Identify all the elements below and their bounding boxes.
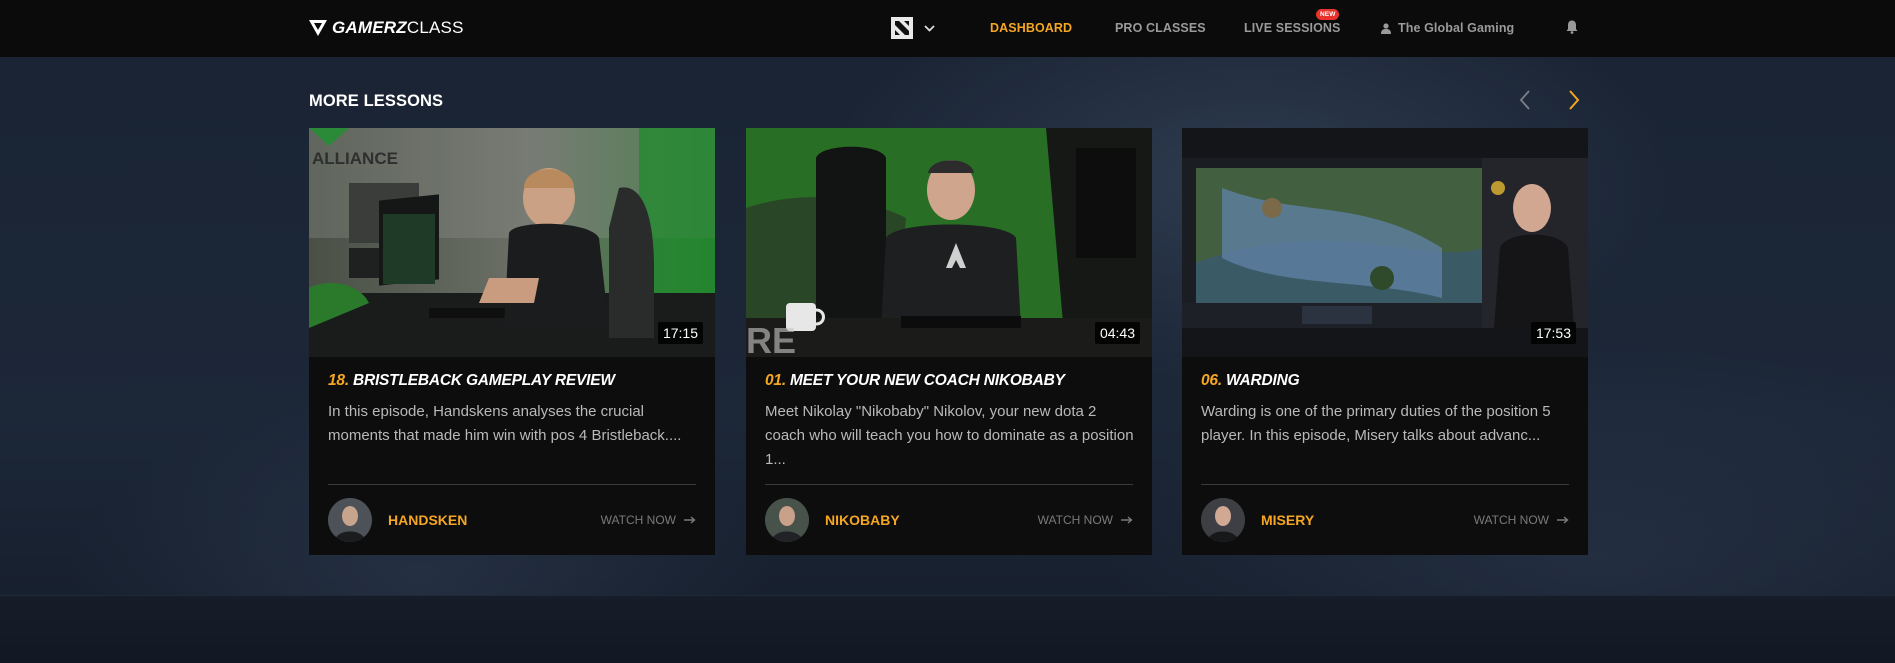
chevron-left-icon — [1519, 90, 1530, 110]
bell-icon[interactable] — [1566, 20, 1578, 34]
top-navbar: GAMERZCLASS DASHBOARD PRO CLASSES LIVE S… — [0, 0, 1895, 57]
lesson-card[interactable]: 17:53 06. WARDING Warding is one of the p… — [1182, 128, 1588, 555]
lesson-title[interactable]: 06. WARDING — [1201, 372, 1571, 390]
lesson-card[interactable]: RE 04:43 01. MEET YOUR NEW COACH NIKOBABY… — [746, 128, 1152, 555]
svg-text:RE: RE — [746, 320, 796, 357]
lesson-title-text: BRISTLEBACK GAMEPLAY REVIEW — [352, 372, 615, 389]
section-title: MORE LESSONS — [309, 92, 444, 110]
chevron-right-icon — [1569, 90, 1580, 110]
brand-logo[interactable]: GAMERZCLASS — [309, 17, 464, 39]
lesson-number: 18. — [328, 372, 349, 389]
watch-now-link[interactable]: WATCH NOW — [1474, 513, 1569, 527]
lesson-number: 01. — [765, 372, 786, 389]
carousel-prev-button[interactable] — [1514, 88, 1536, 112]
gamerzclass-logo-icon — [309, 20, 327, 36]
lesson-title[interactable]: 18. BRISTLEBACK GAMEPLAY REVIEW — [328, 372, 698, 390]
game-selector[interactable] — [891, 17, 935, 39]
arrow-right-icon — [1121, 516, 1133, 524]
lesson-thumbnail[interactable]: ALLIANCE 17:15 — [309, 128, 715, 357]
nav-pro-classes[interactable]: PRO CLASSES — [1115, 21, 1206, 35]
nav-live-sessions[interactable]: LIVE SESSIONS — [1244, 21, 1340, 35]
coach-avatar[interactable] — [1201, 498, 1245, 542]
arrow-right-icon — [684, 516, 696, 524]
wall-text: ALLIANCE — [312, 149, 398, 168]
lesson-card[interactable]: ALLIANCE 17:15 18. BRISTLEBACK GAMEPLAY R… — [309, 128, 715, 555]
arrow-right-icon — [1557, 516, 1569, 524]
lesson-thumbnail[interactable]: 17:53 — [1182, 128, 1588, 357]
coach-name[interactable]: NIKOBABY — [825, 512, 900, 528]
brand-name: GAMERZCLASS — [332, 18, 464, 37]
user-icon — [1381, 22, 1391, 34]
dota2-icon — [891, 17, 913, 39]
chevron-down-icon — [924, 24, 935, 32]
lesson-duration: 17:53 — [1530, 322, 1576, 344]
lesson-title-text: WARDING — [1225, 372, 1300, 389]
user-menu[interactable]: The Global Gaming — [1381, 21, 1514, 35]
coach-name[interactable]: MISERY — [1261, 512, 1314, 528]
lesson-description: Meet Nikolay "Nikobaby" Nikolov, your ne… — [765, 403, 1134, 468]
lesson-number: 06. — [1201, 372, 1222, 389]
new-badge: NEW — [1316, 9, 1340, 20]
card-divider — [328, 484, 696, 485]
lesson-duration: 04:43 — [1094, 322, 1140, 344]
lesson-title-text: MEET YOUR NEW COACH NIKOBABY — [789, 372, 1065, 389]
watch-now-link[interactable]: WATCH NOW — [1038, 513, 1133, 527]
coach-name[interactable]: HANDSKEN — [388, 512, 467, 528]
carousel-next-button[interactable] — [1563, 88, 1585, 112]
watch-now-label: WATCH NOW — [1037, 513, 1113, 527]
nav-dashboard[interactable]: DASHBOARD — [990, 21, 1072, 35]
watch-now-label: WATCH NOW — [600, 513, 676, 527]
lesson-title[interactable]: 01. MEET YOUR NEW COACH NIKOBABY — [765, 372, 1135, 390]
card-divider — [1201, 484, 1569, 485]
coach-avatar[interactable] — [328, 498, 372, 542]
lesson-description: Warding is one of the primary duties of … — [1201, 403, 1551, 444]
card-divider — [765, 484, 1133, 485]
watch-now-label: WATCH NOW — [1473, 513, 1549, 527]
lesson-duration: 17:15 — [657, 322, 703, 344]
lesson-thumbnail[interactable]: RE 04:43 — [746, 128, 1152, 357]
coach-avatar[interactable] — [765, 498, 809, 542]
lesson-description: In this episode, Handskens analyses the … — [328, 403, 682, 444]
watch-now-link[interactable]: WATCH NOW — [601, 513, 696, 527]
footer-band — [0, 595, 1895, 663]
user-name: The Global Gaming — [1398, 21, 1515, 35]
